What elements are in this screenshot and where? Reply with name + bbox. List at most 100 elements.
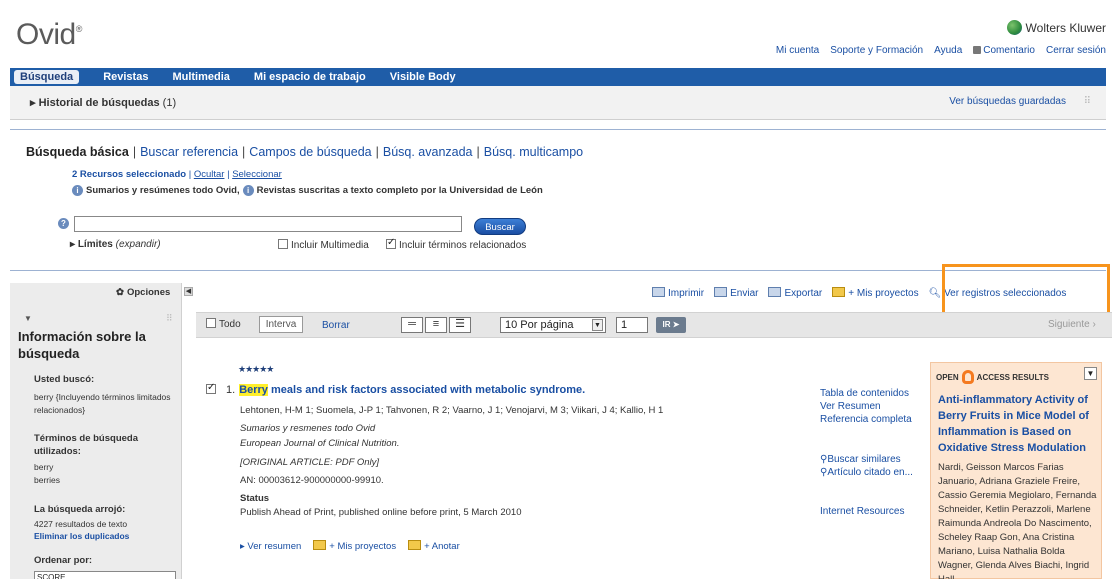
record-links: Tabla de contenidos Ver Resumen Referenc… <box>820 387 912 426</box>
results-heading: La búsqueda arrojó: <box>34 504 126 515</box>
record-select-checkbox[interactable] <box>206 382 219 396</box>
per-page-select[interactable]: 10 Por página ▼ <box>500 317 606 333</box>
nav-search[interactable]: Búsqueda <box>14 70 80 84</box>
include-related-checkbox[interactable] <box>386 237 396 249</box>
search-history-toggle[interactable]: ▸ Historial de búsquedas (1) <box>30 96 176 109</box>
feedback-link[interactable]: Comentario <box>973 45 1035 56</box>
nav-visible-body[interactable]: Visible Body <box>390 71 456 83</box>
record-type: [ORIGINAL ARTICLE: PDF Only] <box>240 457 380 468</box>
thumbs-up-icon <box>973 46 982 54</box>
help-icon[interactable]: ? <box>58 218 69 229</box>
open-access-header: OPEN ACCESS RESULTS <box>936 370 1049 384</box>
nav-workspace[interactable]: Mi espacio de trabajo <box>254 71 366 83</box>
collapse-panel-icon[interactable]: ◀ <box>184 287 193 296</box>
next-page-link[interactable]: Siguiente › <box>1048 319 1096 330</box>
include-related-terms-option[interactable]: Incluir términos relacionados <box>386 237 526 251</box>
go-button[interactable]: IR ➤ <box>656 317 686 333</box>
select-resources-link[interactable]: Seleccionar <box>232 169 282 180</box>
search-history-bar: ▸ Historial de búsquedas (1) Ver búsqued… <box>10 86 1106 120</box>
drag-grip-icon[interactable]: ⠿ <box>1084 96 1092 107</box>
my-account-link[interactable]: Mi cuenta <box>776 45 819 56</box>
record-accession: AN: 00003612-900000000-99910. <box>240 475 384 486</box>
sort-select[interactable]: SCORE <box>34 571 176 579</box>
terms-heading: Términos de búsqueda utilizados: <box>34 433 138 457</box>
view-compact-icon[interactable]: ═ <box>401 317 423 333</box>
collapse-open-access-icon[interactable]: ▼ <box>1084 367 1097 380</box>
tab-basic-search[interactable]: Búsqueda básica <box>26 145 129 159</box>
toc-link[interactable]: Tabla de contenidos <box>820 387 912 400</box>
resources-list: i Sumarios y resúmenes todo Ovid, i Revist… <box>72 185 543 196</box>
top-links: Mi cuenta Soporte y Formación Ayuda Come… <box>776 45 1106 56</box>
view-abstract-link[interactable]: ▸ Ver resumen <box>240 541 301 552</box>
you-searched-value: berry {Incluyendo términos limitados rel… <box>34 392 171 415</box>
open-lock-icon <box>961 370 974 384</box>
include-multimedia-option[interactable]: Incluir Multimedia <box>278 239 369 251</box>
tab-multifield-search[interactable]: Búsq. multicampo <box>484 145 583 159</box>
saved-searches-link[interactable]: Ver búsquedas guardadas <box>949 96 1066 107</box>
open-access-title[interactable]: Anti-inflammatory Activity of Berry Frui… <box>938 392 1098 456</box>
print-button[interactable]: Imprimir <box>652 287 704 299</box>
logout-link[interactable]: Cerrar sesión <box>1046 45 1106 56</box>
view-full-icon[interactable]: ☰ <box>449 317 471 333</box>
terms-list: berry berries <box>34 462 60 485</box>
info-icon[interactable]: i <box>242 185 254 196</box>
wolters-kluwer-brand: Wolters Kluwer <box>1006 20 1106 35</box>
limits-toggle[interactable]: ▸ Límites (expandir) <box>70 239 161 250</box>
ovid-logo[interactable]: Ovid® <box>16 18 82 52</box>
resources-selected: 2 Recursos seleccionado | Ocultar | Sele… <box>72 169 282 180</box>
open-access-authors: Nardi, Geisson Marcos Farias Januario, A… <box>938 462 1097 579</box>
folder-icon <box>832 287 846 297</box>
logo-text: Ovid <box>16 18 76 51</box>
dropdown-arrow-icon: ▼ <box>592 319 603 331</box>
record-status: Publish Ahead of Print, published online… <box>240 507 522 518</box>
main-nav: Búsqueda Revistas Multimedia Mi espacio … <box>10 68 1106 86</box>
record-source: Sumarios y resmenes todo Ovid European Jo… <box>240 423 400 449</box>
view-standard-icon[interactable]: ≡ <box>425 317 447 333</box>
options-button[interactable]: ✿ Opciones <box>116 287 170 298</box>
email-button[interactable]: Enviar <box>714 287 758 299</box>
panel-title: Información sobre la búsqueda <box>18 329 146 361</box>
search-mode-tabs: Búsqueda básica | Buscar referencia | Campos… <box>26 145 584 159</box>
record-status-heading: Status <box>240 493 270 504</box>
add-project-link[interactable]: + Mis proyectos <box>313 540 396 552</box>
info-icon[interactable]: i <box>72 185 83 196</box>
view-abstract-side-link[interactable]: Ver Resumen <box>820 400 912 413</box>
range-input[interactable]: Interva <box>259 316 303 333</box>
cited-in-link[interactable]: ⚲Artículo citado en... <box>820 466 913 479</box>
globe-icon <box>1006 20 1022 35</box>
support-link[interactable]: Soporte y Formación <box>830 45 923 56</box>
record-title[interactable]: 1. Berry meals and risk factors associate… <box>226 384 585 396</box>
record-authors: Lehtonen, H-M 1; Suomela, J-P 1; Tahvone… <box>240 405 664 416</box>
clear-link[interactable]: Borrar <box>322 320 350 331</box>
find-similar-link[interactable]: ⚲Buscar similares <box>820 453 913 466</box>
tab-find-citation[interactable]: Buscar referencia <box>140 145 238 159</box>
help-link[interactable]: Ayuda <box>934 45 962 56</box>
page-number-input[interactable]: 1 <box>616 317 648 333</box>
internet-resources-link[interactable]: Internet Resources <box>820 505 905 518</box>
nav-journals[interactable]: Revistas <box>103 71 148 83</box>
select-all-checkbox[interactable] <box>206 318 216 328</box>
tab-advanced-search[interactable]: Búsq. avanzada <box>383 145 473 159</box>
full-reference-link[interactable]: Referencia completa <box>820 413 912 426</box>
tab-search-fields[interactable]: Campos de búsqueda <box>249 145 371 159</box>
search-button[interactable]: Buscar <box>474 218 526 235</box>
remove-duplicates-link[interactable]: Eliminar los duplicados <box>34 531 129 541</box>
export-button[interactable]: Exportar <box>768 287 822 299</box>
you-searched-heading: Usted buscó: <box>34 374 95 385</box>
email-icon <box>714 287 728 297</box>
export-icon <box>768 287 782 297</box>
include-multimedia-checkbox[interactable] <box>278 239 288 249</box>
record-links-secondary: ⚲Buscar similares ⚲Artículo citado en... <box>820 453 913 479</box>
note-icon <box>408 540 422 550</box>
sort-heading: Ordenar por: <box>34 555 93 566</box>
hide-resources-link[interactable]: Ocultar <box>194 169 225 180</box>
annotate-link[interactable]: + Anotar <box>408 540 460 552</box>
gear-icon: ✿ <box>116 287 124 298</box>
add-to-projects-button[interactable]: + Mis proyectos <box>832 287 919 299</box>
panel-expand-arrow-icon[interactable]: ▼ <box>24 314 32 323</box>
drag-grip-icon[interactable]: ⠿ <box>166 313 173 324</box>
nav-multimedia[interactable]: Multimedia <box>172 71 229 83</box>
relevance-stars: ★★★★★ <box>238 364 274 374</box>
select-all-option[interactable]: Todo <box>206 318 241 330</box>
search-input[interactable] <box>74 216 462 232</box>
